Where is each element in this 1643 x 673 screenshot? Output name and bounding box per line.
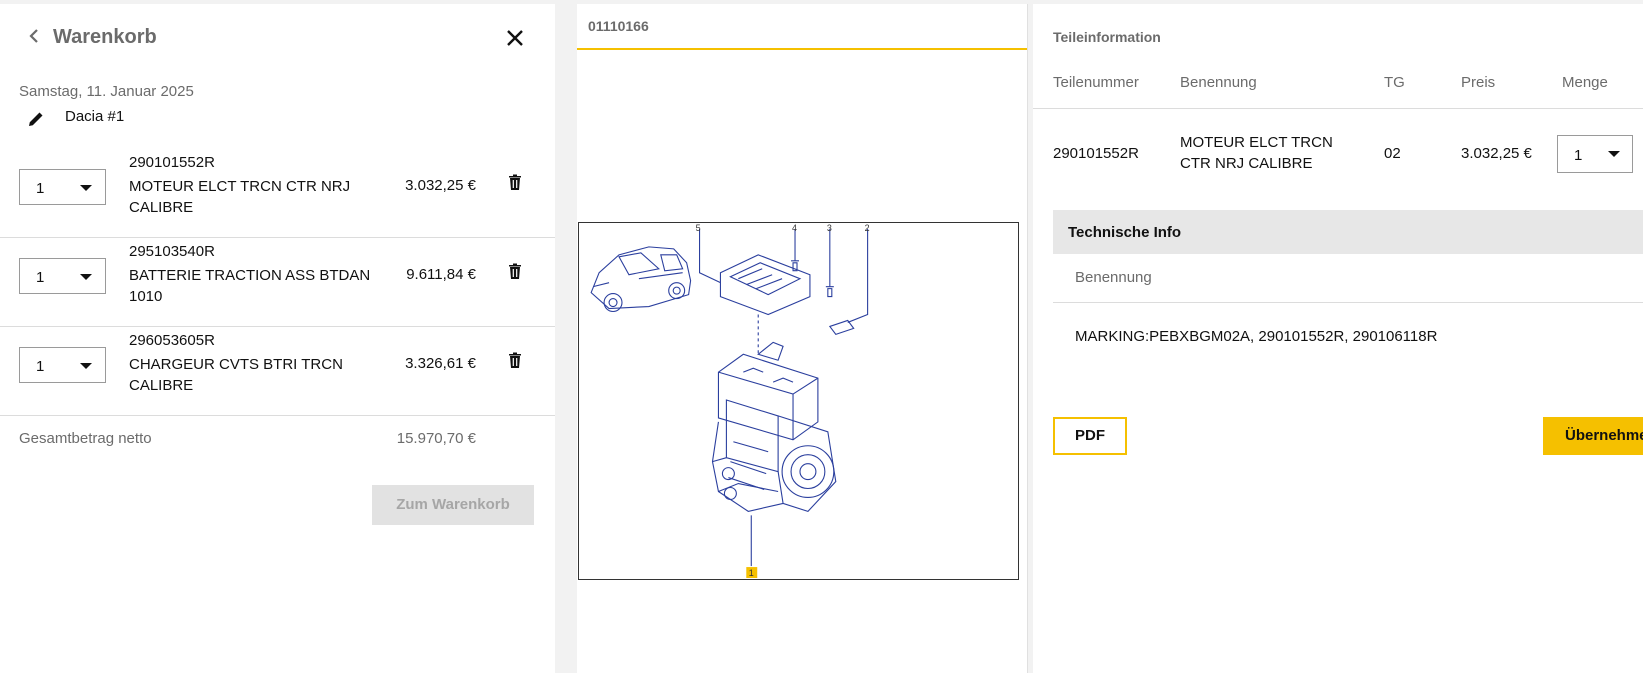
tab-diagram[interactable]: 01110166 [577, 4, 1027, 50]
quantity-select[interactable]: 1 [19, 347, 106, 383]
cart-item: 1 295103540R BATTERIE TRACTION ASS BTDAN… [0, 237, 555, 327]
part-price: 3.032,25 € [405, 177, 476, 194]
quantity-value: 1 [36, 358, 45, 375]
trash-icon[interactable] [505, 172, 525, 192]
caret-down-icon [80, 185, 92, 191]
part-name: BATTERIE TRACTION ASS BTDAN 1010 [129, 267, 371, 305]
cart-title: Warenkorb [53, 26, 157, 48]
callout-label: 3 [827, 223, 832, 233]
total-value: 15.970,70 € [396, 430, 476, 447]
caret-down-icon [80, 363, 92, 369]
quantity-select[interactable]: 1 [1557, 135, 1633, 173]
motor-assembly [711, 341, 837, 513]
technical-info-title: Technische Info [1068, 224, 1182, 241]
trash-icon[interactable] [505, 350, 525, 370]
callout-label: 4 [792, 223, 797, 233]
pdf-button[interactable]: PDF [1053, 417, 1127, 455]
column-header-tg: TG [1384, 74, 1405, 91]
row-price: 3.032,25 € [1461, 145, 1532, 162]
caret-down-icon [1608, 151, 1620, 157]
table-header-divider [1033, 108, 1643, 109]
quantity-value: 1 [36, 269, 45, 286]
callout-label: 1 [749, 568, 754, 578]
column-header-part-number: Teilenummer [1053, 74, 1139, 91]
row-tg: 02 [1384, 145, 1401, 162]
apply-button[interactable]: Übernehmen [1543, 417, 1643, 455]
column-header-price: Preis [1461, 74, 1496, 91]
part-price: 3.326,61 € [405, 355, 476, 372]
cart-item: 1 296053605R CHARGEUR CVTS BTRI TRCN CAL… [0, 326, 555, 416]
pencil-icon[interactable] [26, 109, 46, 129]
total-label: Gesamtbetrag netto [19, 430, 152, 447]
technical-info-header[interactable]: Technische Info [1053, 210, 1643, 254]
part-name: CHARGEUR CVTS BTRI TRCN CALIBRE [129, 356, 343, 394]
cart-item: 1 290101552R MOTEUR ELCT TRCN CTR NRJ CA… [0, 148, 555, 238]
cart-date: Samstag, 11. Januar 2025 [19, 83, 194, 100]
part-number: 295103540R [129, 243, 215, 260]
trash-icon[interactable] [505, 261, 525, 281]
technical-info-value: MARKING:PEBXBGM02A, 290101552R, 29010611… [1075, 328, 1438, 345]
callout-label: 2 [865, 223, 870, 233]
chevron-left-icon[interactable] [24, 26, 44, 46]
technical-info-divider [1053, 302, 1643, 303]
tab-label: 01110166 [588, 18, 649, 34]
exploded-parts-drawing[interactable]: 5 4 3 2 1 [578, 222, 1019, 580]
row-part-number: 290101552R [1053, 145, 1139, 162]
column-header-name: Benennung [1180, 74, 1257, 91]
part-number: 296053605R [129, 332, 215, 349]
callout-label: 5 [696, 223, 701, 233]
caret-down-icon [80, 274, 92, 280]
row-name-line2: CTR NRJ CALIBRE [1180, 155, 1313, 172]
part-name: MOTEUR ELCT TRCN CTR NRJ CALIBRE [129, 178, 351, 216]
quantity-value: 1 [1574, 147, 1583, 164]
to-cart-button[interactable]: Zum Warenkorb [372, 485, 534, 525]
quantity-select[interactable]: 1 [19, 169, 106, 205]
part-number: 290101552R [129, 154, 215, 171]
part-price: 9.611,84 € [406, 266, 476, 283]
vehicle-illustration [590, 246, 692, 313]
quantity-select[interactable]: 1 [19, 258, 106, 294]
column-header-quantity: Menge [1562, 74, 1608, 91]
row-name-line1: MOTEUR ELCT TRCN [1180, 134, 1333, 151]
part-info-title: Teileinformation [1053, 29, 1161, 45]
technical-info-label: Benennung [1075, 269, 1152, 286]
quantity-value: 1 [36, 180, 45, 197]
close-icon[interactable] [503, 26, 527, 50]
vehicle-name: Dacia #1 [65, 108, 125, 125]
